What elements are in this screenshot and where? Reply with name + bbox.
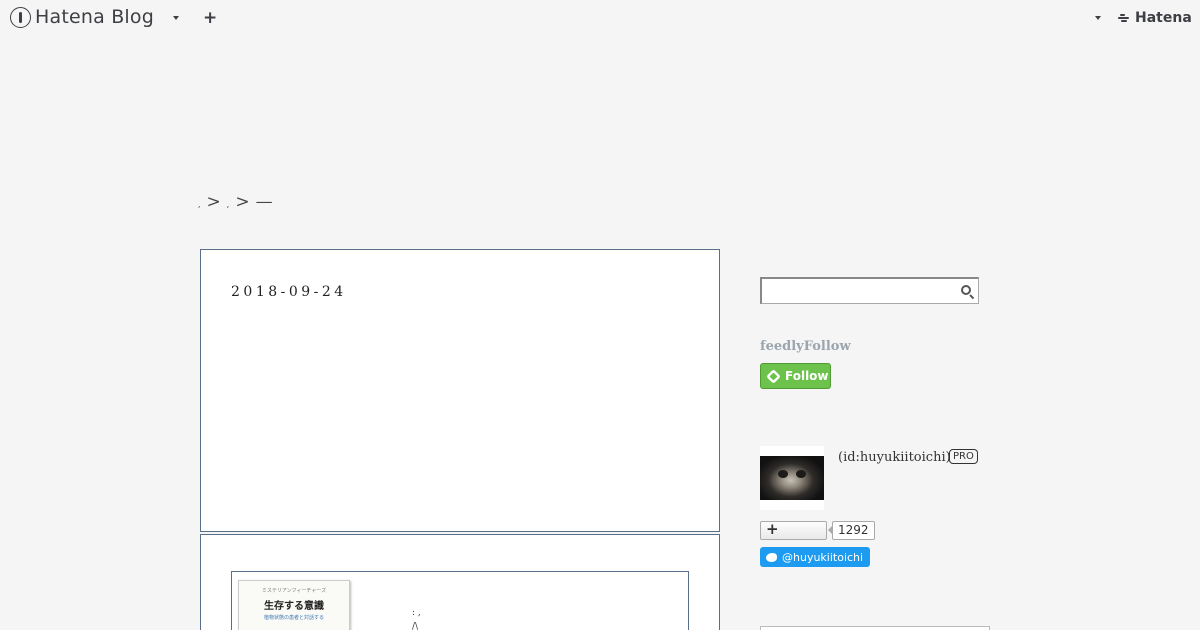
- article-header-box: 2018-09-24: [200, 249, 720, 532]
- embed-description: : , /\: [412, 606, 421, 630]
- account-menu-chevron-down-icon[interactable]: [1095, 16, 1101, 20]
- search-box: [760, 277, 979, 304]
- book-subtitle: 植物状態の患者と対話する: [263, 615, 324, 621]
- avatar-dog-photo: [760, 456, 824, 500]
- article-body-box: ミステリアンフィーチャーズ 生存する意識 植物状態の患者と対話する : , /\: [200, 534, 720, 630]
- book-embed-card[interactable]: ミステリアンフィーチャーズ 生存する意識 植物状態の患者と対話する : , /\: [231, 571, 689, 630]
- sidebar-next-module: [760, 626, 990, 630]
- twitter-handle: @huyukiitoichi: [782, 550, 864, 564]
- search-icon[interactable]: [961, 285, 971, 295]
- hatena-brand-text: Hatena: [1135, 10, 1192, 26]
- book-cover-image[interactable]: ミステリアンフィーチャーズ 生存する意識 植物状態の患者と対話する: [238, 580, 350, 630]
- top-navigation-bar: Hatena Blog + Hatena: [0, 0, 1200, 36]
- breadcrumb-item[interactable]: ,: [227, 200, 230, 209]
- feedly-follow-button[interactable]: Follow: [760, 363, 831, 389]
- article-date[interactable]: 2018-09-24: [231, 284, 347, 300]
- new-entry-button[interactable]: +: [203, 8, 217, 28]
- hatena-brand-link[interactable]: Hatena: [1118, 10, 1192, 26]
- logo-text: Hatena Blog: [35, 6, 154, 28]
- hatena-blog-logo-icon: [10, 6, 31, 28]
- breadcrumb: , > , > —: [198, 192, 273, 212]
- breadcrumb-item[interactable]: ,: [198, 200, 201, 209]
- feedly-follow-label: feedlyFollow: [760, 339, 851, 354]
- hatena-mark-icon: [1118, 13, 1132, 23]
- twitter-bird-icon: [766, 552, 777, 562]
- feedly-icon: [766, 368, 781, 384]
- hatena-blog-logo[interactable]: Hatena Blog: [10, 6, 154, 28]
- breadcrumb-current: —: [255, 192, 273, 212]
- subscribe-button[interactable]: +: [760, 520, 827, 540]
- pro-badge: PRO: [949, 449, 978, 464]
- embed-text-line: /\: [412, 622, 419, 630]
- blog-menu-chevron-down-icon[interactable]: [173, 16, 179, 20]
- profile-id[interactable]: (id:huyukiitoichi): [838, 450, 951, 465]
- breadcrumb-separator: >: [235, 192, 250, 212]
- book-series: ミステリアンフィーチャーズ: [261, 588, 327, 594]
- embed-text-line: : ,: [412, 608, 421, 618]
- book-title: 生存する意識: [264, 601, 324, 612]
- subscriber-count: 1292: [832, 521, 875, 540]
- avatar[interactable]: [760, 446, 824, 510]
- twitter-follow-button[interactable]: @huyukiitoichi: [760, 547, 871, 567]
- search-input[interactable]: [762, 279, 952, 302]
- breadcrumb-separator: >: [206, 192, 221, 212]
- plus-icon: +: [766, 520, 779, 538]
- feedly-follow-button-label: Follow: [785, 369, 829, 383]
